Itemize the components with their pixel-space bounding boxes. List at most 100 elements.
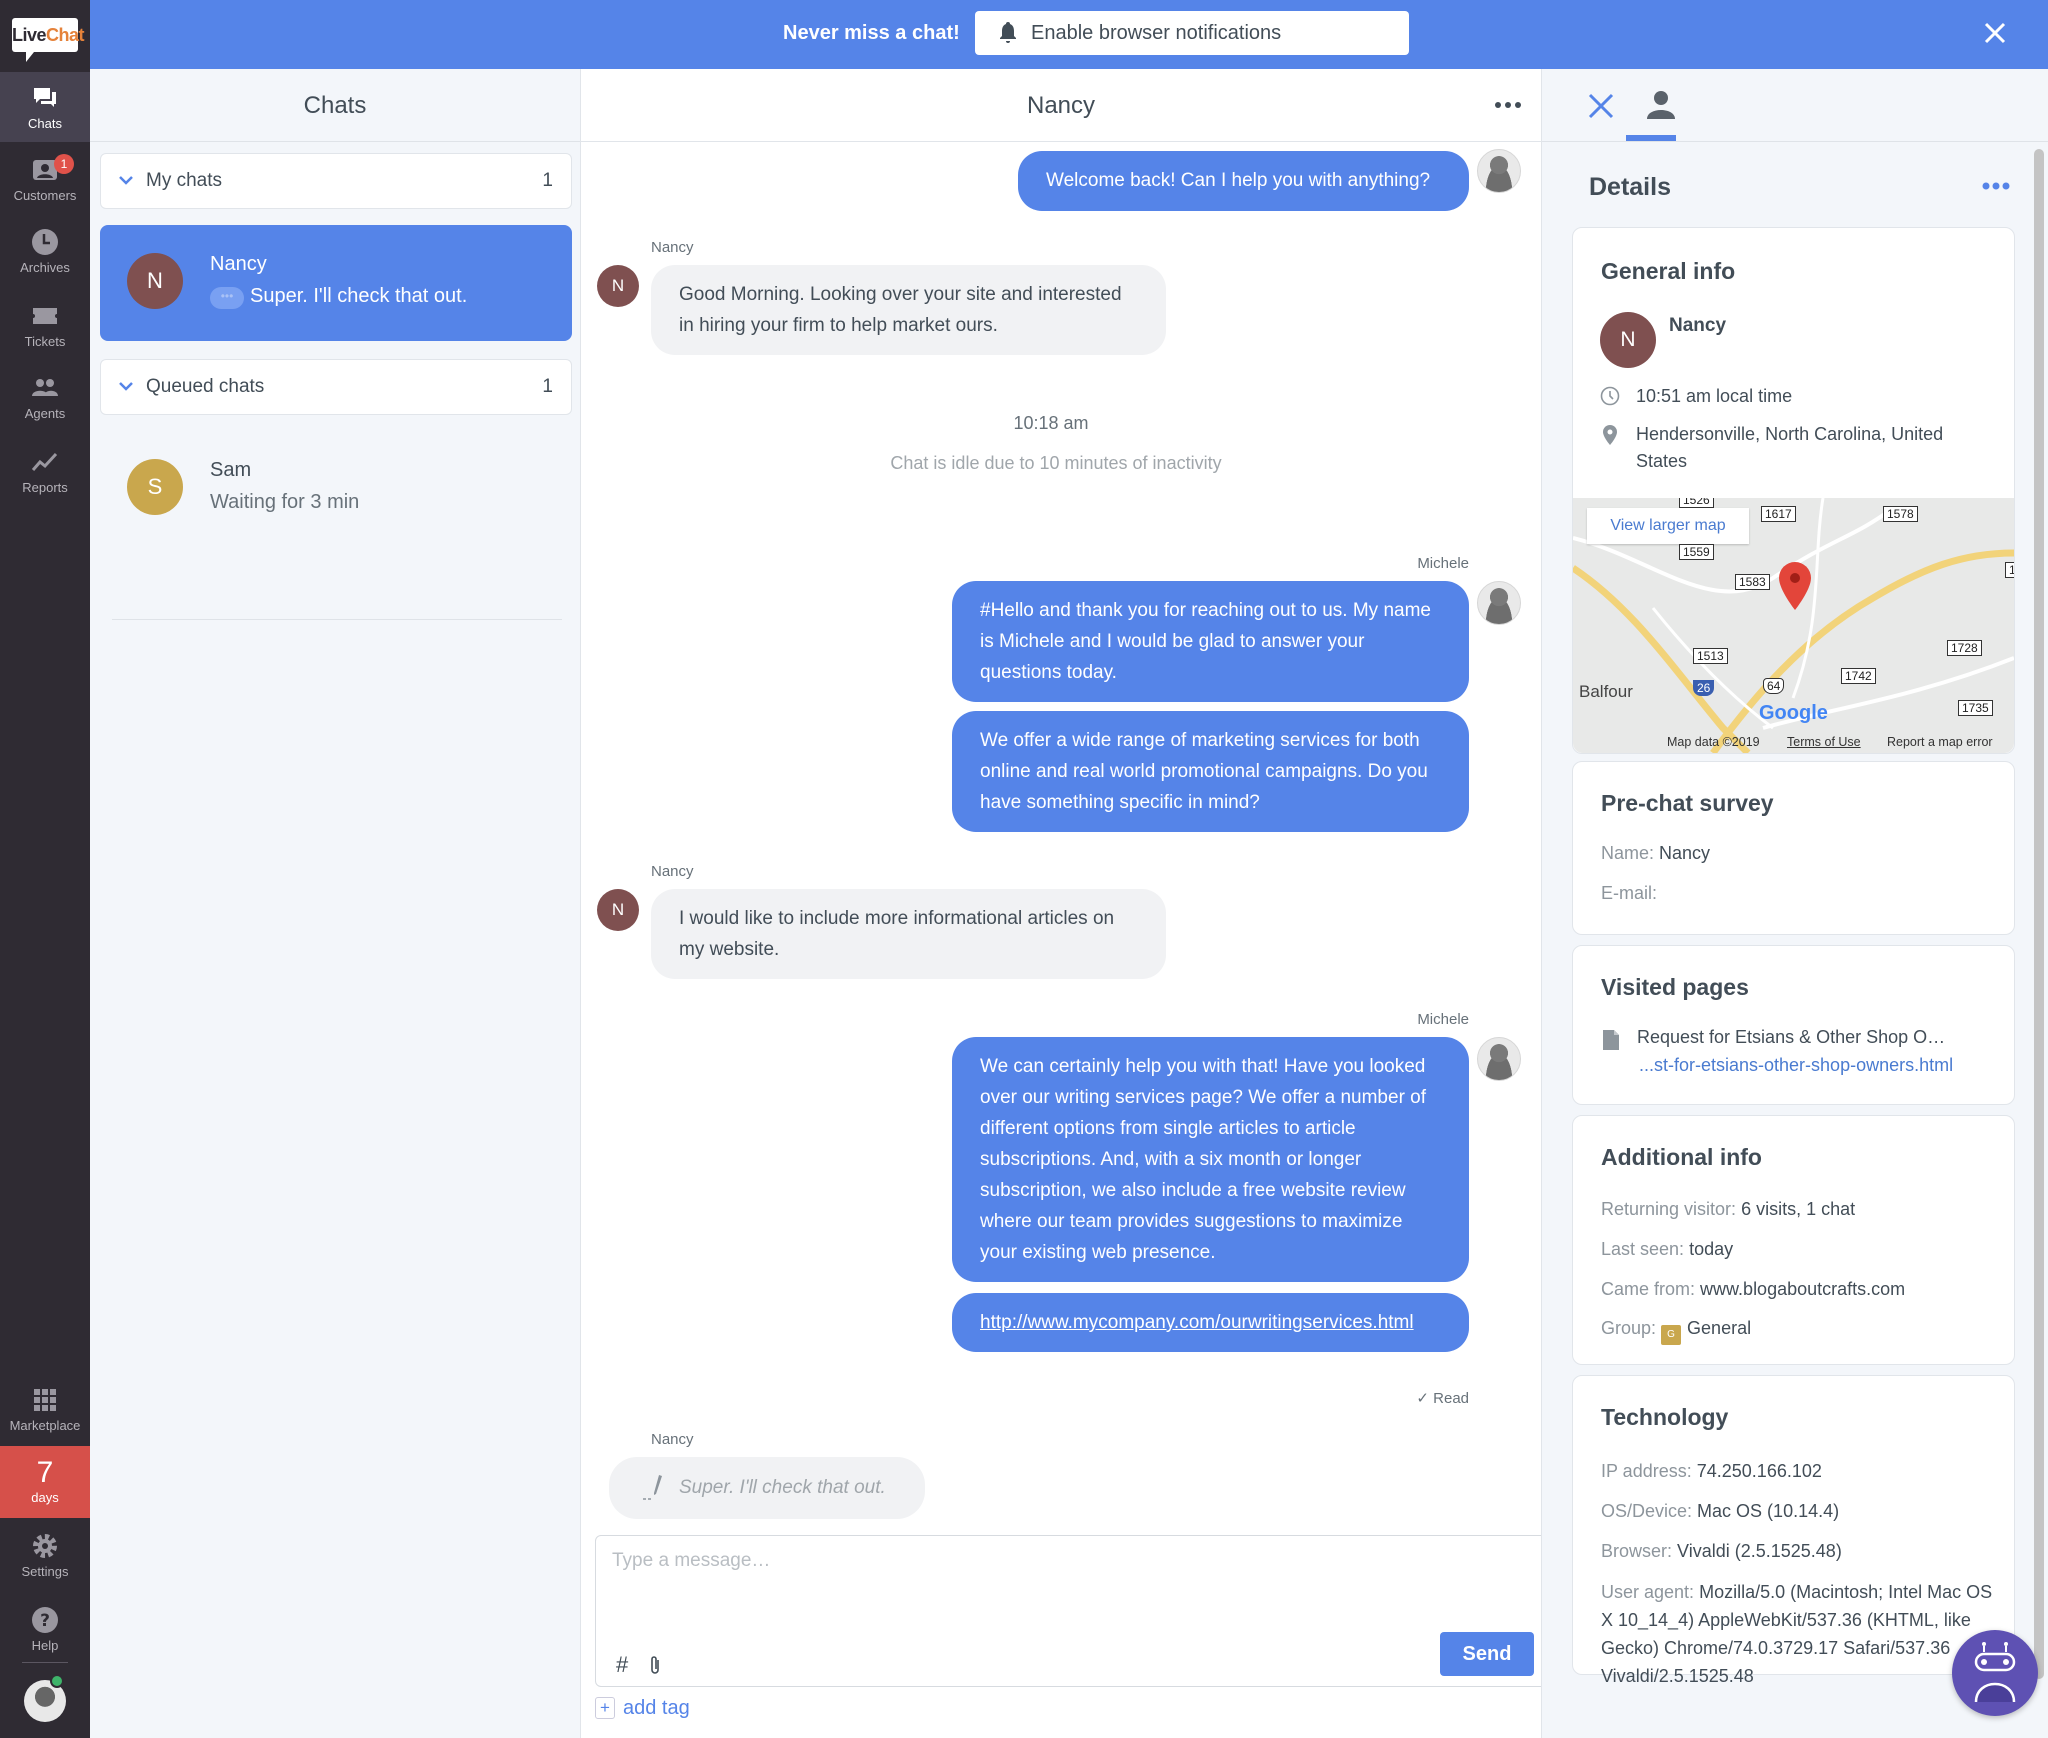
list-divider bbox=[112, 619, 562, 620]
visited-pages-card: Visited pages Request for Etsians & Othe… bbox=[1572, 945, 2015, 1105]
details-more-options-icon[interactable] bbox=[1982, 181, 2010, 191]
ip-address-row: IP address: 74.250.166.102 bbox=[1601, 1461, 1822, 1481]
notification-banner: Never miss a chat! Enable browser notifi… bbox=[90, 0, 2048, 69]
sender-name: Michele bbox=[1417, 555, 1469, 572]
survey-name-row: Name: Nancy bbox=[1601, 843, 1711, 863]
visited-page-url-link[interactable]: ...st-for-etsians-other-shop-owners.html bbox=[1639, 1052, 1953, 1079]
agent-avatar bbox=[1477, 581, 1521, 625]
active-tab-indicator bbox=[1626, 135, 1676, 141]
bell-icon bbox=[1000, 22, 1016, 43]
road-label: 1559 bbox=[1679, 544, 1714, 560]
group-badge: G bbox=[1661, 1325, 1682, 1345]
returning-visitor-row: Returning visitor: 6 visits, 1 chat bbox=[1601, 1199, 1856, 1219]
system-timestamp: 10:18 am bbox=[1013, 413, 1089, 433]
svg-text:?: ? bbox=[40, 1611, 50, 1631]
robot-icon bbox=[1974, 1642, 2016, 1703]
avatar: N bbox=[127, 253, 183, 309]
nav-item-settings[interactable]: Settings bbox=[0, 1520, 90, 1590]
road-label: 1735 bbox=[1958, 700, 1993, 716]
road-label: 1583 bbox=[1735, 574, 1770, 590]
chat-list-item-nancy[interactable]: N Nancy ••• Super. I'll check that out. bbox=[100, 225, 572, 341]
pencil-typing-icon bbox=[643, 1475, 662, 1500]
chat-bubbles-icon bbox=[34, 88, 56, 107]
chat-list-item-sam[interactable]: S Sam Waiting for 3 min bbox=[100, 431, 572, 547]
online-status-dot bbox=[50, 1674, 64, 1688]
user-agent-row: User agent: Mozilla/5.0 (Macintosh; Inte… bbox=[1601, 1582, 1993, 1686]
system-idle-notice: Chat is idle due to 10 minutes of inacti… bbox=[890, 453, 1222, 473]
nav-item-chats[interactable]: Chats bbox=[0, 72, 90, 142]
chevron-down-icon bbox=[119, 382, 133, 391]
visitor-message: I would like to include more information… bbox=[651, 889, 1166, 979]
chart-line-icon bbox=[31, 452, 58, 471]
details-tabs bbox=[1542, 69, 2048, 142]
customers-badge: 1 bbox=[54, 154, 74, 174]
highway-shield: 64 bbox=[1763, 678, 1785, 694]
last-seen-row: Last seen: today bbox=[1601, 1239, 1734, 1259]
nav-item-help[interactable]: ? Help bbox=[0, 1594, 90, 1664]
nav-item-marketplace[interactable]: Marketplace bbox=[0, 1374, 90, 1444]
typing-indicator-icon: ••• bbox=[210, 287, 244, 309]
agent-message-link: http://www.mycompany.com/ourwritingservi… bbox=[952, 1293, 1469, 1352]
customer-location: Hendersonville, North Carolina, United S… bbox=[1636, 424, 1944, 471]
terms-of-use-link[interactable]: Terms of Use bbox=[1787, 735, 1861, 749]
more-options-icon[interactable] bbox=[1493, 93, 1523, 117]
clock-icon bbox=[32, 229, 58, 255]
close-details-icon[interactable] bbox=[1588, 93, 1614, 119]
road-label: 1513 bbox=[1693, 648, 1728, 664]
close-banner-icon[interactable] bbox=[1978, 16, 2012, 50]
road-label: 1728 bbox=[1947, 640, 1982, 656]
road-label: 1 bbox=[2005, 562, 2014, 578]
agents-icon bbox=[32, 379, 58, 396]
tab-customer-info-person-icon[interactable] bbox=[1645, 89, 1677, 123]
typing-preview: Super. I'll check that out. bbox=[609, 1457, 925, 1519]
agent-message: #Hello and thank you for reaching out to… bbox=[952, 581, 1469, 702]
read-receipt: ✓ Read bbox=[1416, 1390, 1469, 1407]
report-map-error-link[interactable]: Report a map error bbox=[1887, 735, 1993, 749]
clock-icon bbox=[1600, 386, 1620, 406]
details-scrollbar[interactable] bbox=[2034, 149, 2044, 1679]
nav-item-tickets[interactable]: Tickets bbox=[0, 290, 90, 360]
nav-item-agents[interactable]: Agents bbox=[0, 362, 90, 432]
view-larger-map-link[interactable]: View larger map bbox=[1587, 508, 1749, 544]
visitor-avatar: N bbox=[597, 889, 639, 931]
group-row: Group: G General bbox=[1601, 1315, 1751, 1345]
nav-item-customers[interactable]: 1 Customers bbox=[0, 144, 90, 214]
conversation-title: Nancy bbox=[581, 69, 1541, 142]
browser-row: Browser: Vivaldi (2.5.1525.48) bbox=[1601, 1541, 1842, 1561]
livechat-logo: LiveChat bbox=[12, 18, 85, 62]
road-label: 1578 bbox=[1883, 506, 1918, 522]
message-input[interactable] bbox=[612, 1550, 1512, 1610]
os-device-row: OS/Device: Mac OS (10.14.4) bbox=[1601, 1501, 1840, 1521]
chatbot-launcher-button[interactable] bbox=[1952, 1630, 2038, 1716]
sender-name: Nancy bbox=[651, 1431, 694, 1448]
enable-notifications-button[interactable]: Enable browser notifications bbox=[975, 11, 1409, 55]
details-title: Details bbox=[1589, 173, 1671, 201]
customer-avatar: N bbox=[1600, 312, 1656, 368]
map-data-credit: Map data ©2019 bbox=[1667, 735, 1760, 749]
send-button[interactable]: Send bbox=[1440, 1632, 1534, 1676]
attachment-paperclip-icon[interactable] bbox=[648, 1654, 662, 1676]
nav-item-archives[interactable]: Archives bbox=[0, 216, 90, 286]
my-chats-count: 1 bbox=[542, 170, 553, 191]
canned-response-hash-icon[interactable]: # bbox=[616, 1652, 628, 1678]
visited-page-title: Request for Etsians & Other Shop O… bbox=[1637, 1027, 1946, 1047]
google-logo: Google bbox=[1759, 702, 1828, 724]
banner-text: Never miss a chat! bbox=[783, 22, 960, 44]
plus-icon: + bbox=[595, 1697, 615, 1719]
nav-item-reports[interactable]: Reports bbox=[0, 436, 90, 506]
agent-message: Welcome back! Can I help you with anythi… bbox=[1018, 151, 1469, 211]
writing-services-link[interactable]: http://www.mycompany.com/ourwritingservi… bbox=[980, 1312, 1414, 1333]
queued-chats-group-toggle[interactable]: Queued chats 1 bbox=[100, 359, 572, 415]
sender-name: Nancy bbox=[651, 863, 694, 880]
gear-icon bbox=[33, 1534, 57, 1558]
conversation-panel: Nancy Welcome back! Can I help you with … bbox=[581, 69, 1553, 1738]
customer-details-panel: Details General info N Nancy 10:51 am lo… bbox=[1541, 69, 2048, 1738]
document-icon bbox=[1603, 1030, 1619, 1050]
trial-days-remaining[interactable]: 7 days bbox=[0, 1446, 90, 1518]
add-tag-button[interactable]: + add tag bbox=[595, 1697, 690, 1720]
chats-list-panel: Chats My chats 1 N Nancy ••• Super. I'll … bbox=[90, 69, 581, 1738]
location-pin-icon bbox=[1603, 425, 1617, 445]
map-pin-icon bbox=[1779, 562, 1811, 610]
location-map[interactable]: View larger map 1526 1617 1578 1559 1583… bbox=[1573, 498, 2014, 753]
my-chats-group-toggle[interactable]: My chats 1 bbox=[100, 153, 572, 209]
